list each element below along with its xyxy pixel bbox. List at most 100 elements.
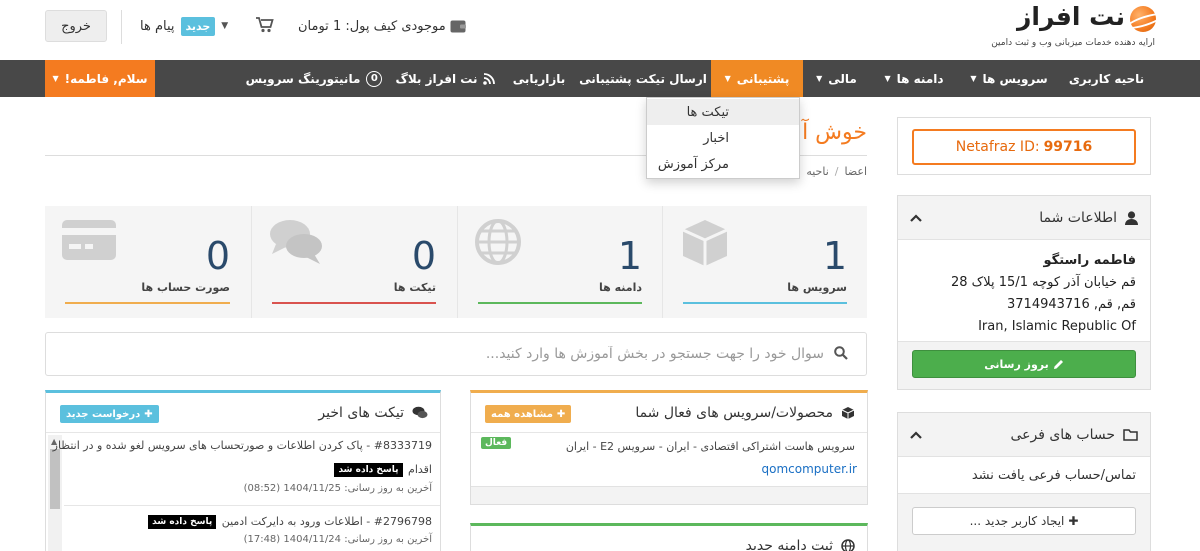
your-info-panel: اطلاعات شما فاطمه راستگو قم خیابان آذر ک… (897, 195, 1151, 390)
blog-feed-icon (483, 72, 496, 85)
ticket-item[interactable]: #8333719 - پاک کردن اطلاعات و صورتحساب ه… (53, 439, 432, 494)
support-dropdown-menu: تیکت ها اخبار مرکز آموزش (646, 97, 800, 179)
wallet-label: موجودی کیف پول: 1 تومان (298, 18, 446, 34)
active-services-panel: محصولات/سرویس های فعال شما ✚ مشاهده همه … (470, 390, 868, 505)
stat-tile-domains[interactable]: 1 دامنه ها (457, 206, 662, 318)
cube-icon (841, 406, 855, 419)
new-ticket-request-button[interactable]: ✚ درخواست جدید (60, 405, 159, 423)
nav-affiliates[interactable]: بازاریابی (503, 60, 575, 97)
update-info-button[interactable]: بروز رسانی (912, 350, 1136, 378)
caret-down-icon: ▼ (724, 74, 731, 83)
menu-item-news[interactable]: اخبار (647, 125, 799, 151)
nav-label: سرویس ها (982, 71, 1048, 86)
stat-bar (272, 302, 436, 304)
shopping-cart-icon (256, 17, 274, 33)
comments-icon (270, 220, 322, 264)
menu-item-knowledgebase[interactable]: مرکز آموزش (647, 151, 799, 177)
nav-open-ticket[interactable]: ارسال تیکت پشتیبانی (575, 60, 711, 97)
menu-item-tickets[interactable]: تیکت ها (647, 99, 799, 125)
ticket-divider (64, 505, 440, 506)
globe-icon (841, 538, 855, 551)
logout-button[interactable]: خروج (45, 10, 107, 42)
ticket-status-badge: پاسخ داده شد (148, 515, 217, 529)
netafraz-id-panel: Netafraz ID: 99716 (897, 117, 1151, 175)
kb-search-input[interactable] (46, 334, 824, 374)
plus-icon: ✚ (1068, 514, 1079, 528)
service-domain-link[interactable]: qomcomputer.ir (761, 462, 857, 476)
client-address-line2: قم, قم, 3714943716 (1007, 297, 1136, 312)
netafraz-id-value: 99716 (1043, 139, 1093, 155)
stat-label: دامنه ها (599, 281, 642, 294)
nav-domains[interactable]: دامنه ها ▼ (870, 60, 958, 97)
panel-title: حساب های فرعی (1010, 426, 1115, 443)
client-details: فاطمه راستگو قم خیابان آذر کوچه 15/1 پلا… (898, 240, 1150, 338)
caret-down-icon: ▼ (970, 74, 977, 83)
logo[interactable]: نت افراز ارایه دهنده خدمات میزبانی وب و … (980, 2, 1156, 54)
top-header: نت افراز ارایه دهنده خدمات میزبانی وب و … (0, 0, 1200, 60)
panel-footer (471, 486, 867, 504)
folder-icon (1123, 429, 1138, 441)
nav-user-greeting[interactable]: سلام, فاطمه! ▼ (45, 60, 155, 97)
nav-blog[interactable]: نت افراز بلاگ (388, 60, 503, 97)
nav-support[interactable]: پشتیبانی ▼ (711, 60, 803, 97)
panel-footer: ✚ ایجاد کاربر جدید ... (898, 493, 1150, 551)
messages-label: پیام ها (140, 18, 175, 34)
breadcrumb-separator: / (834, 165, 839, 178)
ticket-subject: #8333719 - پاک کردن اطلاعات و صورتحساب ه… (52, 439, 432, 452)
nav-label: ارسال تیکت پشتیبانی (579, 71, 707, 86)
nav-services[interactable]: سرویس ها ▼ (958, 60, 1060, 97)
recent-tickets-panel: تیکت های اخیر ✚ درخواست جدید ▲ #8333719 … (45, 390, 441, 551)
stat-value: 1 (822, 234, 847, 278)
messages-dropdown[interactable]: ▼ جدید پیام ها (140, 15, 228, 37)
stat-tile-tickets[interactable]: 0 تیکت ها (251, 206, 456, 318)
sub-accounts-empty-message: تماس/حساب فرعی یافت نشد (971, 468, 1136, 483)
wallet-balance[interactable]: موجودی کیف پول: 1 تومان (298, 15, 466, 37)
panel-title: محصولات/سرویس های فعال شما (635, 404, 833, 421)
panel-footer: بروز رسانی (898, 341, 1150, 389)
plus-icon: ✚ (144, 408, 153, 420)
page-title: خوش آ (802, 120, 867, 145)
nav-service-monitoring[interactable]: 0 مانیتورینگ سرویس (240, 60, 388, 97)
chevron-up-icon[interactable] (910, 427, 922, 443)
panel-title: ثبت دامنه جدید (745, 537, 833, 551)
nav-label: مالی (828, 71, 857, 86)
panel-header[interactable]: اطلاعات شما (898, 196, 1150, 240)
breadcrumb-client-area: ناحیه (806, 165, 829, 178)
create-new-user-button[interactable]: ✚ ایجاد کاربر جدید ... (912, 507, 1136, 535)
stat-label: تیکت ها (393, 281, 436, 294)
stat-tile-invoices[interactable]: 0 صورت حساب ها (45, 206, 250, 318)
breadcrumb-members[interactable]: اعضا (844, 165, 867, 178)
sub-accounts-panel: حساب های فرعی تماس/حساب فرعی یافت نشد ✚ … (897, 412, 1151, 551)
nav-label: پشتیبانی (736, 71, 790, 86)
chevron-up-icon[interactable] (910, 210, 922, 226)
caret-down-icon: ▼ (221, 21, 229, 31)
ticket-last-updated: آخرین به روز رسانی: 1404/11/25 (08:52) (243, 483, 432, 494)
comments-icon (412, 406, 428, 418)
ticket-item[interactable]: #2796798 - اطلاعات ورود به دایرکت ادمین … (146, 515, 432, 545)
cart-button[interactable] (255, 15, 275, 35)
stat-bar (683, 302, 847, 304)
button-label: مشاهده همه (491, 408, 553, 420)
pencil-icon (1053, 359, 1063, 369)
logo-name: نت افراز (1016, 2, 1126, 31)
service-description: سرویس هاست اشتراکی اقتصادی - ایران - سرو… (565, 440, 855, 453)
ticket-last-updated: آخرین به روز رسانی: 1404/11/24 (17:48) (243, 534, 432, 545)
panel-title: تیکت های اخیر (318, 404, 404, 421)
main-nav: ناحیه کاربری سرویس ها ▼ دامنه ها ▼ مالی … (0, 60, 1200, 97)
client-name: فاطمه راستگو (1043, 253, 1136, 268)
netafraz-id-label: Netafraz ID: (955, 139, 1040, 155)
ticket-subject-cont: اقدام (408, 463, 432, 476)
view-all-services-button[interactable]: ✚ مشاهده همه (485, 405, 572, 423)
nav-client-area[interactable]: ناحیه کاربری (1060, 60, 1153, 97)
stat-tile-services[interactable]: 1 سرویس ها (662, 206, 867, 318)
messages-new-badge: جدید (180, 16, 216, 36)
panel-header[interactable]: حساب های فرعی (898, 413, 1150, 457)
logo-tagline: ارایه دهنده خدمات میزبانی وب و ثبت دامین (991, 38, 1155, 48)
credit-card-icon (62, 220, 116, 260)
ticket-subject: #2796798 - اطلاعات ورود به دایرکت ادمین (221, 515, 432, 528)
stat-bar (65, 302, 230, 304)
kb-search-box (45, 332, 867, 376)
stats-tiles: 1 سرویس ها 1 دامنه ها 0 تیکت ها 0 صورت ح… (45, 206, 867, 318)
ticket-status-badge: پاسخ داده شد (334, 463, 403, 477)
nav-billing[interactable]: مالی ▼ (803, 60, 870, 97)
